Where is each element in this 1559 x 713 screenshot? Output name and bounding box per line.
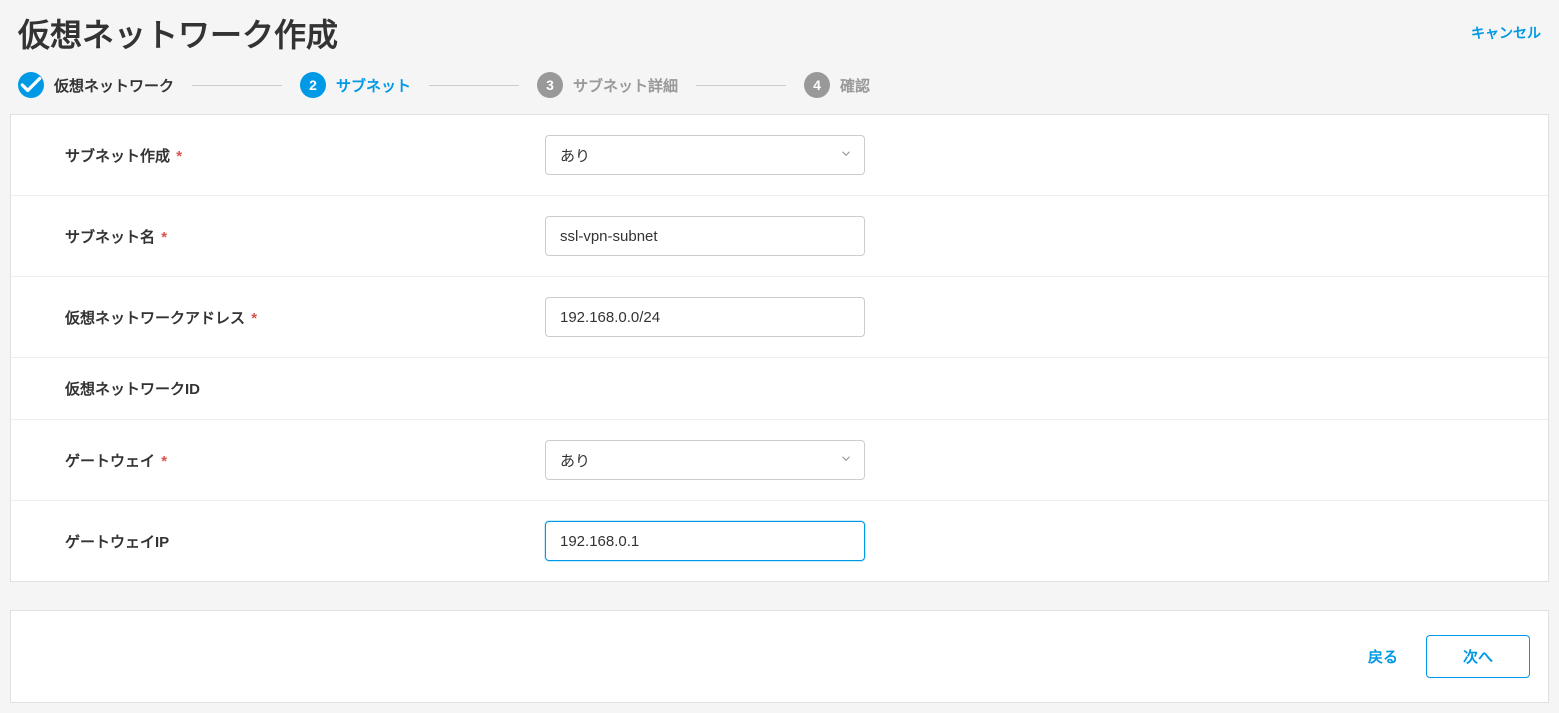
step-3: 3 サブネット詳細 [537, 72, 678, 98]
row-gateway-ip: ゲートウェイIP [11, 501, 1548, 581]
label-gateway-ip: ゲートウェイIP [65, 531, 545, 552]
label-gateway: ゲートウェイ * [65, 450, 545, 471]
row-gateway: ゲートウェイ * [11, 420, 1548, 501]
label-subnet-name: サブネット名 * [65, 226, 545, 247]
step-connector [192, 85, 282, 86]
page-title: 仮想ネットワーク作成 [18, 10, 338, 56]
label-vnet-address: 仮想ネットワークアドレス * [65, 307, 545, 328]
step-1-label: 仮想ネットワーク [54, 75, 174, 96]
required-mark: * [176, 148, 182, 165]
step-4: 4 確認 [804, 72, 870, 98]
step-4-number: 4 [804, 72, 830, 98]
step-2-number: 2 [300, 72, 326, 98]
step-3-label: サブネット詳細 [573, 75, 678, 96]
select-gateway[interactable] [545, 440, 865, 480]
step-connector [429, 85, 519, 86]
required-mark: * [251, 310, 257, 327]
row-subnet-create: サブネット作成 * [11, 115, 1548, 196]
step-2: 2 サブネット [300, 72, 411, 98]
back-button[interactable]: 戻る [1368, 646, 1398, 667]
input-subnet-name[interactable] [545, 216, 865, 256]
step-2-label: サブネット [336, 75, 411, 96]
select-subnet-create[interactable] [545, 135, 865, 175]
check-icon [18, 72, 44, 98]
step-connector [696, 85, 786, 86]
input-vnet-address[interactable] [545, 297, 865, 337]
required-mark: * [161, 453, 167, 470]
label-subnet-create: サブネット作成 * [65, 145, 545, 166]
row-vnet-address: 仮想ネットワークアドレス * [11, 277, 1548, 358]
row-subnet-name: サブネット名 * [11, 196, 1548, 277]
required-mark: * [161, 229, 167, 246]
row-vnet-id: 仮想ネットワークID [11, 358, 1548, 420]
step-4-label: 確認 [840, 75, 870, 96]
next-button[interactable]: 次へ [1426, 635, 1530, 678]
cancel-link[interactable]: キャンセル [1471, 23, 1541, 43]
wizard-stepper: 仮想ネットワーク 2 サブネット 3 サブネット詳細 4 確認 [18, 64, 1549, 114]
step-1: 仮想ネットワーク [18, 72, 174, 98]
form-panel: サブネット作成 * サブネット名 * 仮想ネットワークアドレス * [10, 114, 1549, 582]
input-gateway-ip[interactable] [545, 521, 865, 561]
label-vnet-id: 仮想ネットワークID [65, 378, 545, 399]
step-3-number: 3 [537, 72, 563, 98]
footer-panel: 戻る 次へ [10, 610, 1549, 703]
